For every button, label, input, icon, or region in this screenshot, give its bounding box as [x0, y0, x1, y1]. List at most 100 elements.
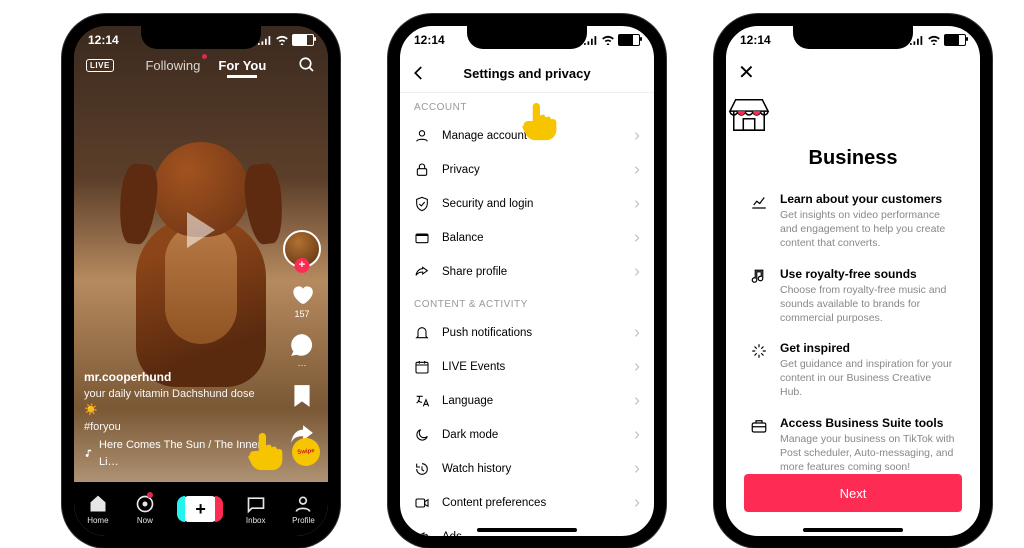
- settings-title: Settings and privacy: [463, 66, 590, 81]
- home-indicator[interactable]: [803, 528, 903, 532]
- row-push-notifications[interactable]: Push notifications: [400, 316, 654, 350]
- close-button[interactable]: ✕: [738, 60, 755, 85]
- row-label: Push notifications: [442, 327, 532, 339]
- play-icon[interactable]: [187, 212, 215, 248]
- row-privacy[interactable]: Privacy: [400, 153, 654, 187]
- row-live-events[interactable]: LIVE Events: [400, 350, 654, 384]
- feature-title: Get inspired: [780, 341, 956, 355]
- chevron-right-icon: [632, 464, 642, 474]
- chevron-right-icon: [632, 362, 642, 372]
- nav-home[interactable]: Home: [87, 494, 108, 525]
- inbox-icon: [246, 494, 266, 514]
- battery-icon: [944, 34, 966, 46]
- sound-link[interactable]: Here Comes The Sun / The Inner Li…: [84, 437, 268, 470]
- chevron-right-icon: [632, 328, 642, 338]
- phone-business: 12:14 ✕ Business Learn about your custom…: [714, 14, 992, 548]
- row-balance[interactable]: Balance: [400, 221, 654, 255]
- lock-icon: [414, 162, 430, 178]
- row-security[interactable]: Security and login: [400, 187, 654, 221]
- row-label: Watch history: [442, 463, 511, 475]
- chevron-right-icon: [632, 233, 642, 243]
- moon-icon: [414, 427, 430, 443]
- nav-profile[interactable]: Profile: [292, 494, 315, 525]
- sound-title: Here Comes The Sun / The Inner Li…: [99, 437, 268, 470]
- status-time: 12:14: [740, 33, 771, 47]
- search-icon[interactable]: [298, 56, 316, 74]
- row-label: Share profile: [442, 266, 507, 278]
- feature-business-suite: Access Business Suite toolsManage your b…: [750, 416, 956, 475]
- row-share-profile[interactable]: Share profile: [400, 255, 654, 289]
- feature-title: Use royalty-free sounds: [780, 267, 956, 281]
- comment-button[interactable]: ···: [289, 332, 315, 370]
- language-icon: [414, 393, 430, 409]
- chevron-right-icon: [632, 396, 642, 406]
- home-indicator[interactable]: [477, 528, 577, 532]
- row-label: Manage account: [442, 130, 527, 142]
- battery-icon: [618, 34, 640, 46]
- back-icon[interactable]: [410, 64, 428, 82]
- video-description: your daily vitamin Dachshund dose ☀️: [84, 386, 268, 419]
- battery-icon: [292, 34, 314, 46]
- nav-profile-label: Profile: [292, 516, 315, 525]
- wifi-icon: [275, 35, 289, 45]
- video-feed[interactable]: LIVE Following For You + 157 ··· mr.coop…: [74, 26, 328, 536]
- tab-following-label: Following: [145, 58, 200, 73]
- nav-inbox-label: Inbox: [246, 516, 266, 525]
- status-time: 12:14: [414, 33, 445, 47]
- row-label: Security and login: [442, 198, 533, 210]
- save-button[interactable]: [289, 383, 315, 409]
- nav-now-label: Now: [137, 516, 153, 525]
- comment-count: ···: [298, 360, 307, 370]
- music-icon: [750, 268, 768, 286]
- row-label: Balance: [442, 232, 484, 244]
- nav-create[interactable]: +: [181, 496, 219, 522]
- like-count: 157: [294, 309, 309, 319]
- feature-desc: Get guidance and inspiration for your co…: [780, 357, 956, 400]
- feature-desc: Choose from royalty-free music and sound…: [780, 283, 956, 326]
- chevron-right-icon: [632, 498, 642, 508]
- chevron-right-icon: [632, 430, 642, 440]
- chevron-right-icon: [632, 165, 642, 175]
- chevron-right-icon: [632, 532, 642, 536]
- tab-for-you[interactable]: For You: [218, 58, 266, 73]
- like-button[interactable]: 157: [289, 281, 315, 319]
- notch: [793, 25, 913, 49]
- hashtag[interactable]: #foryou: [84, 419, 268, 436]
- username[interactable]: mr.cooperhund: [84, 368, 268, 386]
- author-avatar[interactable]: +: [283, 230, 321, 268]
- home-icon: [88, 494, 108, 514]
- feature-learn-customers: Learn about your customersGet insights o…: [750, 192, 956, 251]
- nav-inbox[interactable]: Inbox: [246, 494, 266, 525]
- next-button[interactable]: Next: [744, 474, 962, 512]
- status-time: 12:14: [88, 33, 119, 47]
- music-note-icon: [84, 448, 94, 459]
- notch: [141, 25, 261, 49]
- shield-icon: [414, 196, 430, 212]
- settings-header: Settings and privacy: [400, 54, 654, 93]
- tab-following[interactable]: Following: [145, 58, 200, 73]
- nav-now[interactable]: Now: [135, 494, 155, 525]
- feature-desc: Get insights on video performance and en…: [780, 208, 956, 251]
- calendar-icon: [414, 359, 430, 375]
- live-button[interactable]: LIVE: [86, 59, 114, 72]
- tutorial-pointer-icon: [518, 101, 562, 146]
- feature-royalty-free-sounds: Use royalty-free sounds Choose from royal…: [750, 267, 956, 326]
- feature-title: Access Business Suite tools: [780, 416, 956, 430]
- bell-icon: [414, 325, 430, 341]
- follow-plus-icon[interactable]: +: [295, 258, 310, 273]
- phone-settings: 12:14 Settings and privacy Account Manag…: [388, 14, 666, 548]
- business-title: Business: [726, 147, 980, 170]
- feature-get-inspired: Get inspired Get guidance and inspiration…: [750, 341, 956, 400]
- row-watch-history[interactable]: Watch history: [400, 452, 654, 486]
- row-label: Language: [442, 395, 493, 407]
- profile-icon: [293, 494, 313, 514]
- storefront-icon: [726, 94, 772, 134]
- history-icon: [414, 461, 430, 477]
- row-label: Content preferences: [442, 497, 546, 509]
- row-language[interactable]: Language: [400, 384, 654, 418]
- wallet-icon: [414, 230, 430, 246]
- sparkle-icon: [750, 342, 768, 360]
- row-content-preferences[interactable]: Content preferences: [400, 486, 654, 520]
- row-dark-mode[interactable]: Dark mode: [400, 418, 654, 452]
- video-icon: [414, 495, 430, 511]
